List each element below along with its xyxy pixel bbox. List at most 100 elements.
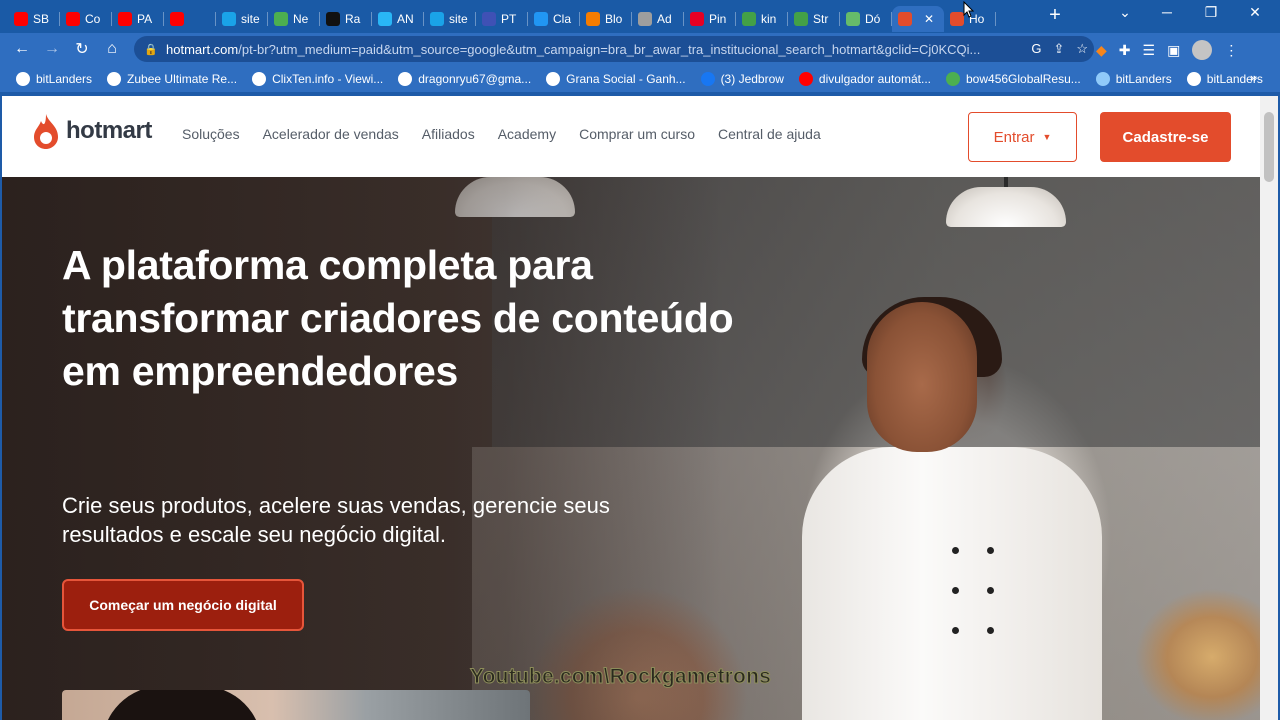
gear-icon (107, 71, 122, 86)
browser-tab[interactable]: AN (372, 6, 424, 32)
bookmark-item[interactable]: divulgador automát... (798, 71, 931, 86)
tab-title: Ra (345, 11, 361, 26)
browser-tab[interactable]: Cla (528, 6, 580, 32)
bookmarks-overflow-button[interactable]: » (1250, 70, 1258, 85)
bookmark-label: (3) Jedbrow (720, 71, 784, 86)
hotmart-logo[interactable]: hotmart (32, 112, 152, 150)
hotmart-icon (950, 11, 964, 26)
browser-tab[interactable]: PA (112, 6, 164, 32)
bookmark-item[interactable]: bitLanders (1095, 71, 1172, 86)
browser-tab[interactable]: site (216, 6, 268, 32)
pendant-lamp-image (946, 177, 1066, 227)
youtube-icon (118, 11, 132, 26)
browser-tab[interactable]: kin (736, 6, 788, 32)
r-icon (326, 11, 340, 26)
video-watermark: Youtube.com\Rockgametrons (470, 665, 772, 689)
chef-photo (782, 297, 1112, 720)
browser-tab[interactable]: Blo (580, 6, 632, 32)
page-scrollbar[interactable] (1260, 96, 1278, 720)
tab-title: Pin (709, 11, 727, 26)
browser-tab[interactable]: SB (8, 6, 60, 32)
browser-tab[interactable]: Ad (632, 6, 684, 32)
browser-tab[interactable]: Pin (684, 6, 736, 32)
tab-title: Ne (293, 11, 309, 26)
bookmark-item[interactable]: Grana Social - Ganh... (546, 71, 686, 86)
url-path: /pt-br?utm_medium=paid&utm_source=google… (238, 41, 981, 57)
c-icon (222, 11, 236, 26)
tab-title: SB (33, 11, 50, 26)
browser-tab[interactable]: Co (60, 6, 112, 32)
bookmarks-bar: bitLanders Zubee Ultimate Re... ClixTen.in… (0, 65, 1280, 92)
menu-kebab-icon[interactable]: ⋮ (1224, 42, 1238, 59)
close-window-button[interactable]: ✕ (1240, 4, 1270, 21)
bookmark-label: ClixTen.info - Viewi... (272, 71, 384, 86)
nav-afiliados[interactable]: Afiliados (422, 126, 475, 142)
mouse-cursor-icon (963, 1, 975, 18)
reload-icon[interactable]: ↻ (67, 39, 97, 59)
home-icon[interactable]: ⌂ (97, 40, 127, 58)
site-header: hotmart Soluções Acelerador de vendas Af… (2, 96, 1260, 177)
bookmark-item[interactable]: bow456GlobalResu... (946, 71, 1081, 86)
main-nav: Soluções Acelerador de vendas Afiliados … (182, 126, 821, 142)
blogger-icon (586, 11, 600, 26)
address-bar[interactable]: 🔒 hotmart.com/pt-br?utm_medium=paid&utm_… (134, 36, 1094, 62)
browser-toolbar: ← → ↻ ⌂ 🔒 hotmart.com/pt-br?utm_medium=p… (0, 33, 1280, 65)
bookmark-label: Grana Social - Ganh... (566, 71, 686, 86)
browser-tab[interactable]: site (424, 6, 476, 32)
bookmark-label: dragonryu67@gma... (418, 71, 532, 86)
start-business-button[interactable]: Começar um negócio digital (62, 579, 304, 631)
browser-tab[interactable]: Ne (268, 6, 320, 32)
browser-tab[interactable]: ✕ (892, 5, 944, 32)
browser-tab[interactable] (164, 6, 216, 32)
tab-title: Ad (657, 11, 672, 26)
bookmark-item[interactable]: dragonryu67@gma... (398, 71, 532, 86)
globe-icon (378, 11, 392, 26)
url-host: hotmart.com (166, 41, 239, 57)
signup-button[interactable]: Cadastre-se (1100, 112, 1231, 162)
bookmark-item[interactable]: (3) Jedbrow (700, 71, 784, 86)
login-button[interactable]: Entrar ▼ (968, 112, 1077, 162)
grid-icon (274, 11, 288, 26)
forward-arrow-icon[interactable]: → (37, 40, 67, 58)
google-lens-icon[interactable]: G (1031, 41, 1041, 57)
nav-acelerador-de-vendas[interactable]: Acelerador de vendas (263, 126, 399, 142)
profile-avatar[interactable] (1192, 40, 1213, 60)
tab-title: kin (761, 11, 777, 26)
maximize-button[interactable]: ❐ (1196, 4, 1226, 21)
minimize-button[interactable]: ─ (1152, 4, 1182, 20)
extension-icons: ◆ ✚ ☰ ▣ ⋮ (1096, 40, 1238, 60)
nav-comprar-um-curso[interactable]: Comprar um curso (579, 126, 695, 142)
bookmark-item[interactable]: ClixTen.info - Viewi... (252, 71, 384, 86)
side-panel-icon[interactable]: ▣ (1167, 42, 1180, 59)
reading-list-icon[interactable]: ☰ (1143, 42, 1156, 59)
back-arrow-icon[interactable]: ← (7, 40, 37, 58)
bookmark-star-icon[interactable]: ☆ (1076, 41, 1088, 57)
browser-tab[interactable]: Ra (320, 6, 372, 32)
bookmark-item[interactable]: Zubee Ultimate Re... (107, 71, 237, 86)
browser-tab[interactable]: Dó (840, 6, 892, 32)
gs-icon (546, 71, 561, 86)
bookmark-item[interactable]: bitLanders (16, 71, 92, 86)
tab-search-chevron-icon[interactable]: ⌄ (1110, 4, 1140, 21)
image-icon (1095, 71, 1110, 86)
extensions-puzzle-icon[interactable]: ✚ (1119, 42, 1131, 59)
nav-central-de-ajuda[interactable]: Central de ajuda (718, 126, 821, 142)
browser-tab[interactable]: Str (788, 6, 840, 32)
caret-down-icon: ▼ (1042, 132, 1052, 142)
nav-solucoes[interactable]: Soluções (182, 126, 240, 142)
metamask-fox-icon[interactable]: ◆ (1096, 42, 1107, 59)
lock-icon[interactable]: 🔒 (144, 43, 158, 56)
x-icon (946, 71, 960, 86)
drop-icon (534, 11, 548, 26)
hero-headline: A plataforma completa para transformar c… (62, 242, 734, 394)
ad-icon (638, 11, 652, 26)
share-icon[interactable]: ⇪ (1053, 41, 1064, 57)
scrollbar-thumb[interactable] (1264, 112, 1274, 182)
youtube-icon (170, 11, 184, 26)
browser-tab[interactable]: PT (476, 6, 528, 32)
new-tab-button[interactable]: + (1044, 4, 1066, 27)
close-tab-icon[interactable]: ✕ (924, 12, 934, 26)
tab-title: Dó (865, 11, 881, 26)
nav-academy[interactable]: Academy (498, 126, 556, 142)
tab-title: AN (397, 11, 414, 26)
